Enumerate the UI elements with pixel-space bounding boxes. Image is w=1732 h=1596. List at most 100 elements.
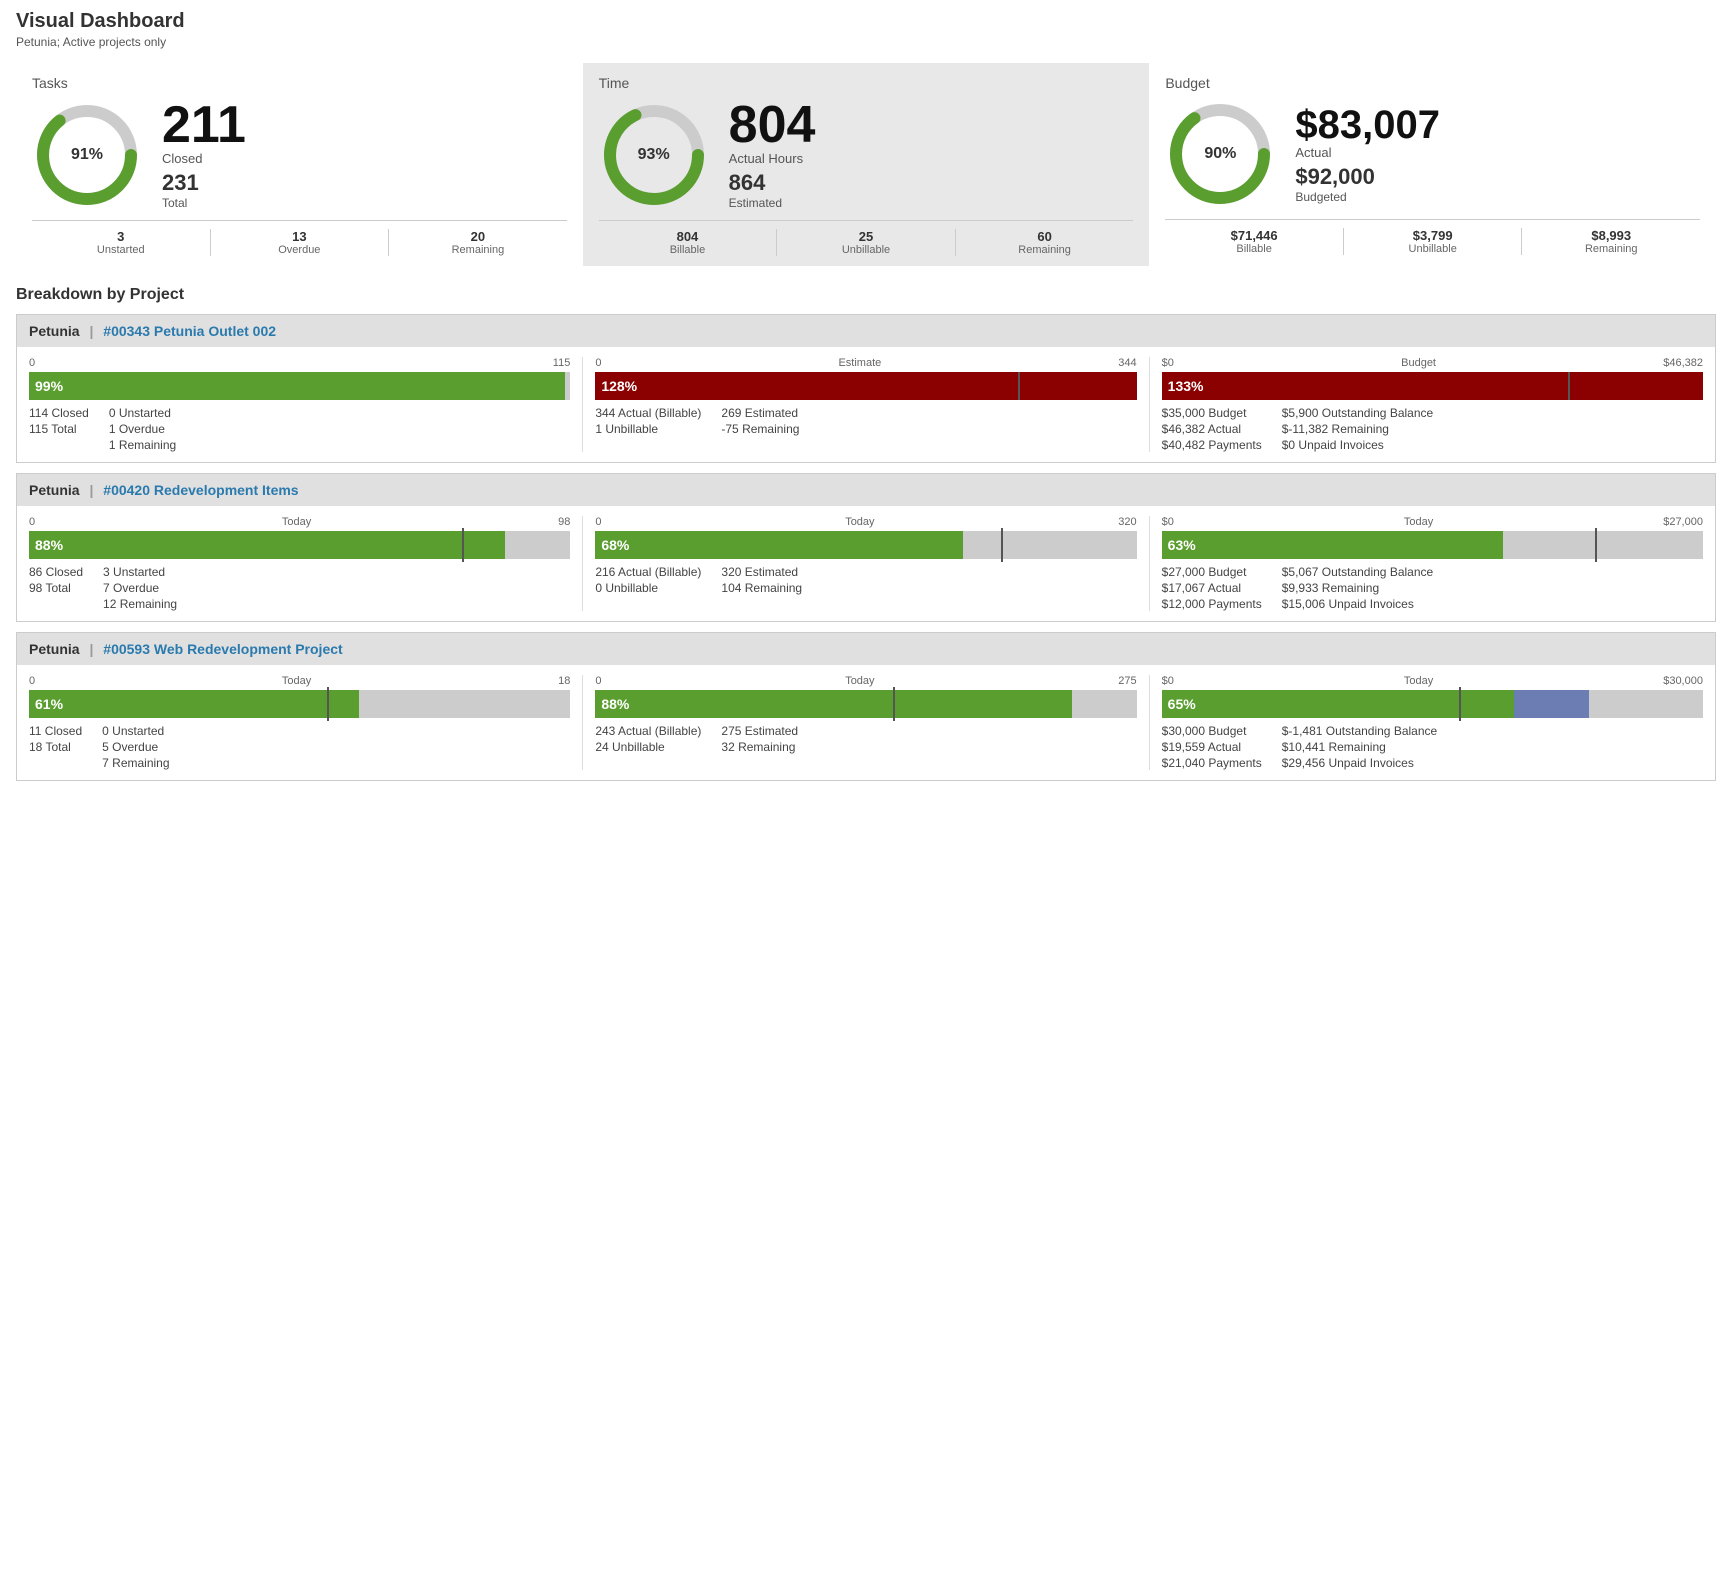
proj3-time-header: 0 Today 275 [595, 675, 1136, 687]
proj1-tasks-pct: 99% [35, 378, 63, 394]
budget-title: Budget [1165, 75, 1700, 91]
proj3-tasks-fill [29, 690, 359, 718]
proj3-time-fill [595, 690, 1071, 718]
time-remaining-val: 60 [956, 229, 1134, 244]
tasks-secondary-label: Total [162, 196, 246, 210]
budget-secondary: $92,000 [1295, 164, 1440, 190]
proj3-tasks-col: 0 Today 18 61% 11 Closed 18 Total 0 Unst… [17, 675, 582, 770]
proj3-tasks-header: 0 Today 18 [29, 675, 570, 687]
proj1-budget-fill [1162, 372, 1703, 400]
proj2-time-details: 216 Actual (Billable) 0 Unbillable 320 E… [595, 565, 1136, 595]
tasks-overdue-val: 13 [211, 229, 389, 244]
proj2-tasks-bar: 88% [29, 531, 570, 559]
proj2-budget-fill [1162, 531, 1503, 559]
project-block-1: Petunia | #00343 Petunia Outlet 002 0115… [16, 314, 1716, 463]
budget-billable-lbl: Billable [1165, 243, 1343, 255]
project-header-3: Petunia | #00593 Web Redevelopment Proje… [17, 633, 1715, 665]
proj2-tasks-marker [462, 528, 464, 562]
proj3-tasks-pct: 61% [35, 696, 63, 712]
budget-donut: 90% [1165, 99, 1275, 209]
proj1-budget-marker [1568, 372, 1570, 400]
proj2-time-pct: 68% [601, 537, 629, 553]
time-unbillable: 25 Unbillable [776, 229, 955, 256]
project-body-3: 0 Today 18 61% 11 Closed 18 Total 0 Unst… [17, 665, 1715, 780]
time-donut-label: 93% [638, 146, 670, 164]
budget-main: 90% $83,007 Actual $92,000 Budgeted [1165, 99, 1700, 209]
time-donut: 93% [599, 100, 709, 210]
budget-big-number: $83,007 [1295, 105, 1440, 145]
proj3-time-details: 243 Actual (Billable) 24 Unbillable 275 … [595, 724, 1136, 754]
proj3-tasks-marker [327, 687, 329, 721]
budget-footer: $71,446 Billable $3,799 Unbillable $8,99… [1165, 219, 1700, 255]
project-link-3[interactable]: #00593 Web Redevelopment Project [103, 641, 342, 657]
project-link-2[interactable]: #00420 Redevelopment Items [103, 482, 298, 498]
budget-remaining-val: $8,993 [1522, 228, 1700, 243]
proj2-budget-col: $0 Today $27,000 63% $27,000 Budget $17,… [1149, 516, 1715, 611]
project-org-1: Petunia [29, 323, 80, 339]
project-link-1[interactable]: #00343 Petunia Outlet 002 [103, 323, 276, 339]
proj1-time-marker [1018, 372, 1020, 400]
proj2-tasks-pct: 88% [35, 537, 63, 553]
proj1-tasks-fill [29, 372, 565, 400]
time-billable-val: 804 [599, 229, 777, 244]
proj2-tasks-header: 0 Today 98 [29, 516, 570, 528]
proj3-budget-col: $0 Today $30,000 65% $30,000 Budget $19,… [1149, 675, 1715, 770]
proj2-time-col: 0 Today 320 68% 216 Actual (Billable) 0 … [582, 516, 1148, 611]
budget-donut-label: 90% [1204, 145, 1236, 163]
proj2-time-bar: 68% [595, 531, 1136, 559]
budget-remaining: $8,993 Remaining [1521, 228, 1700, 255]
project-body-2: 0 Today 98 88% 86 Closed 98 Total 3 Unst… [17, 506, 1715, 621]
proj2-budget-pct: 63% [1168, 537, 1196, 553]
time-big-label: Actual Hours [729, 151, 816, 166]
proj1-budget-col: $0 Budget $46,382 133% $35,000 Budget $4… [1149, 357, 1715, 452]
time-secondary-label: Estimated [729, 196, 816, 210]
budget-unbillable: $3,799 Unbillable [1343, 228, 1522, 255]
proj3-time-bar: 88% [595, 690, 1136, 718]
tasks-remaining: 20 Remaining [388, 229, 567, 256]
project-body-1: 0115 99% 114 Closed 115 Total 0 Unstarte… [17, 347, 1715, 462]
proj2-time-marker [1001, 528, 1003, 562]
budget-secondary-label: Budgeted [1295, 190, 1440, 204]
time-remaining-lbl: Remaining [956, 244, 1134, 256]
proj1-time-fill [595, 372, 1136, 400]
time-main: 93% 804 Actual Hours 864 Estimated [599, 99, 1134, 210]
tasks-big-number: 211 [162, 99, 246, 151]
tasks-unstarted-lbl: Unstarted [32, 244, 210, 256]
project-block-3: Petunia | #00593 Web Redevelopment Proje… [16, 632, 1716, 781]
time-unbillable-val: 25 [777, 229, 955, 244]
tasks-stats: 211 Closed 231 Total [162, 99, 246, 210]
budget-billable: $71,446 Billable [1165, 228, 1343, 255]
time-billable-lbl: Billable [599, 244, 777, 256]
proj3-budget-pct: 65% [1168, 696, 1196, 712]
proj2-budget-details: $27,000 Budget $17,067 Actual $12,000 Pa… [1162, 565, 1703, 611]
proj1-time-details: 344 Actual (Billable) 1 Unbillable 269 E… [595, 406, 1136, 436]
proj3-time-marker [893, 687, 895, 721]
proj1-time-pct: 128% [601, 378, 637, 394]
tasks-donut: 91% [32, 100, 142, 210]
page-title: Visual Dashboard [16, 10, 1716, 33]
proj3-budget-details: $30,000 Budget $19,559 Actual $21,040 Pa… [1162, 724, 1703, 770]
proj2-budget-bar: 63% [1162, 531, 1703, 559]
budget-unbillable-val: $3,799 [1344, 228, 1522, 243]
proj2-time-fill [595, 531, 963, 559]
time-secondary: 864 [729, 170, 816, 196]
project-org-3: Petunia [29, 641, 80, 657]
time-panel: Time 93% 804 Actual Hours 864 Estimated … [583, 63, 1150, 266]
proj1-tasks-details: 114 Closed 115 Total 0 Unstarted 1 Overd… [29, 406, 570, 452]
proj2-budget-marker [1595, 528, 1597, 562]
sep-3: | [89, 641, 93, 657]
proj1-budget-header: $0 Budget $46,382 [1162, 357, 1703, 369]
proj3-budget-bar: 65% [1162, 690, 1703, 718]
breakdown-title: Breakdown by Project [16, 286, 1716, 304]
proj2-tasks-fill [29, 531, 505, 559]
budget-big-label: Actual [1295, 145, 1440, 160]
budget-panel: Budget 90% $83,007 Actual $92,000 Budget… [1149, 63, 1716, 266]
time-big-number: 804 [729, 99, 816, 151]
page-subtitle: Petunia; Active projects only [16, 35, 1716, 49]
time-remaining: 60 Remaining [955, 229, 1134, 256]
budget-billable-val: $71,446 [1165, 228, 1343, 243]
summary-grid: Tasks 91% 211 Closed 231 Total 3 Unstart… [16, 63, 1716, 266]
time-billable: 804 Billable [599, 229, 777, 256]
tasks-footer: 3 Unstarted 13 Overdue 20 Remaining [32, 220, 567, 256]
proj2-time-header: 0 Today 320 [595, 516, 1136, 528]
